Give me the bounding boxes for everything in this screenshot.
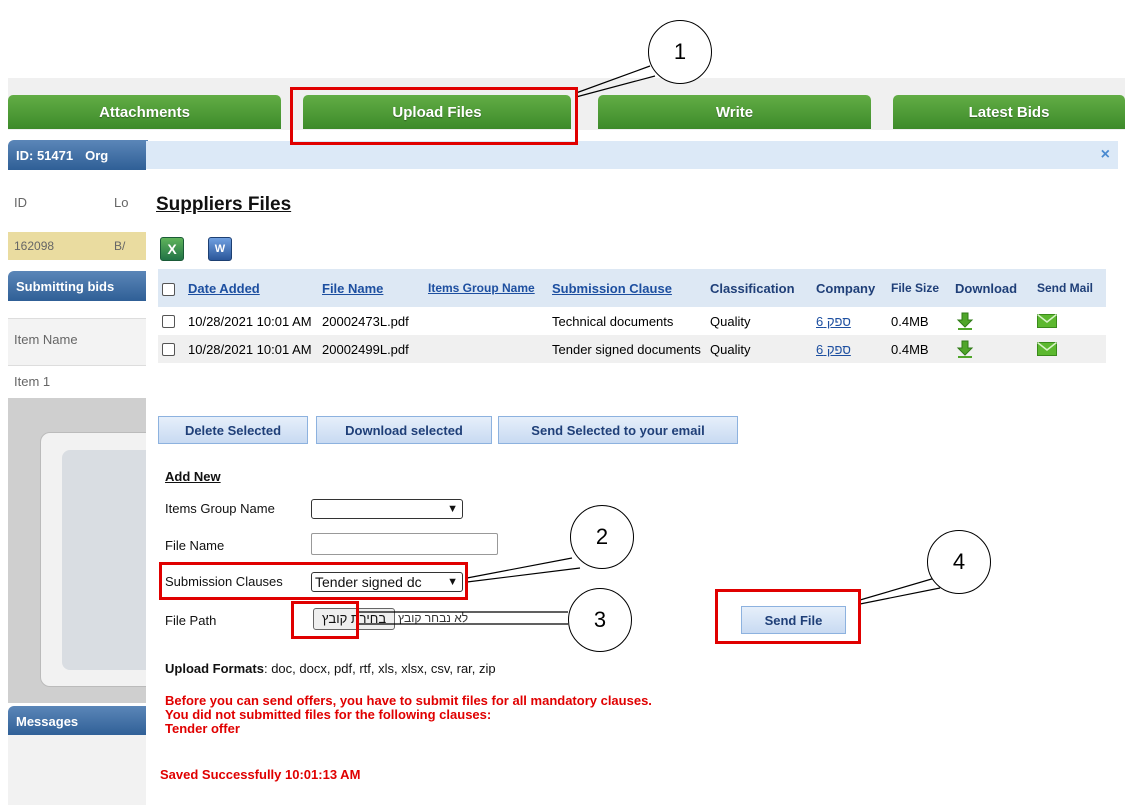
annotation-marker: 1	[648, 20, 712, 84]
highlight-file-path	[291, 601, 359, 639]
highlight-send-file	[715, 589, 861, 644]
annotation-marker: 3	[568, 588, 632, 652]
highlight-submission-clause	[159, 562, 468, 600]
annotation-marker: 2	[570, 505, 634, 569]
highlight-upload-files	[290, 87, 578, 145]
annotation-marker: 4	[927, 530, 991, 594]
annotation-line	[575, 65, 651, 94]
